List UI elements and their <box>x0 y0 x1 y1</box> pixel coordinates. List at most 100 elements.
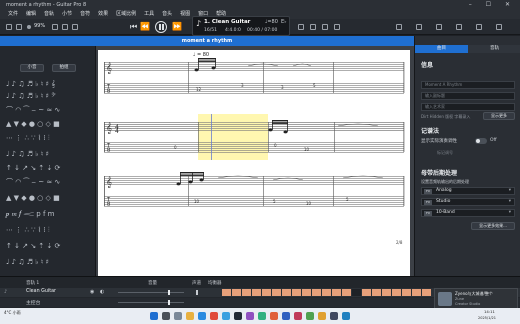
layout-icon[interactable] <box>6 24 12 30</box>
menu-edit[interactable]: 编辑 <box>26 11 36 17</box>
clock-date[interactable]: 2025/1/21 <box>478 316 496 320</box>
svg-text:♩ ♪ ♫ ♬ ♭ ♮ ♯ 𝄢: ♩ ♪ ♫ ♬ ♭ ♮ ♯ 𝄢 <box>6 92 56 100</box>
app-icon[interactable] <box>258 312 266 320</box>
menu-track[interactable]: 音轨 <box>44 11 54 17</box>
fast-forward-icon[interactable]: ⏩ <box>172 22 182 32</box>
clock-time[interactable]: 14:11 <box>484 309 495 314</box>
toggle-state: Off <box>490 138 497 143</box>
menu-tools[interactable]: 工具 <box>144 11 154 17</box>
mastering-description: 设置音频轨输出的后期处理 <box>421 179 469 184</box>
edition-palette: 小音 拍组 ♩ ♪ ♫ ♬ ♭ ♮ ♯ 𝄞 ♩ ♪ ♫ ♬ ♭ ♮ ♯ 𝄢 ⌒ … <box>0 46 96 276</box>
score-notation[interactable]: 𝄞 TB ♩ = 80 12 3 3 5 𝄞 44 TB 0 0 10 𝄞 TB… <box>98 50 410 276</box>
artist-field[interactable]: 输入艺术家 <box>421 103 515 111</box>
menu-sound[interactable]: 音头 <box>162 11 172 17</box>
rewind-icon[interactable]: ⏪ <box>140 22 150 32</box>
pause-icon-bar <box>162 24 164 30</box>
effect-name: Studio <box>436 199 451 204</box>
master-volume-handle[interactable] <box>168 300 170 305</box>
app-icon[interactable] <box>306 312 314 320</box>
metronome-icon[interactable] <box>298 24 304 30</box>
settings-icon[interactable] <box>496 24 502 30</box>
loop-icon[interactable] <box>322 24 328 30</box>
track-name-display: 1. Clean Guitar <box>204 19 251 25</box>
show-more-effects-button[interactable]: 显示更多效果... <box>471 222 515 230</box>
guitar-icon[interactable] <box>436 24 442 30</box>
page-icon[interactable] <box>16 24 22 30</box>
tab-moment-a-rhythm[interactable]: moment a rhythm <box>0 36 414 46</box>
app-icon[interactable] <box>342 312 350 320</box>
beat-signature: 4:4.0:0 <box>225 28 241 33</box>
master-volume-slider[interactable] <box>118 302 184 303</box>
pan-handle[interactable] <box>196 290 198 295</box>
search-icon[interactable] <box>162 312 170 320</box>
menu-view[interactable]: 视图 <box>180 11 190 17</box>
taskview-icon[interactable] <box>174 312 182 320</box>
svg-text:♩ ♪ ♫ ♬ ♭ ♮ ♯: ♩ ♪ ♫ ♬ ♭ ♮ ♯ <box>6 150 49 158</box>
app-icon[interactable] <box>318 312 326 320</box>
effect-row-analog[interactable]: FX Analog ▾ <box>421 187 515 195</box>
app-icon[interactable] <box>246 312 254 320</box>
show-more-button[interactable]: 显示更多 <box>483 112 515 120</box>
rewind-start-icon[interactable]: ⏮ <box>130 22 137 32</box>
volume-handle[interactable] <box>168 290 170 295</box>
menu-file[interactable]: 文件 <box>8 11 18 17</box>
track-name[interactable]: Clean Guitar <box>26 289 56 294</box>
menu-note[interactable]: 音符 <box>80 11 90 17</box>
window-controls[interactable]: – ☐ ✕ <box>469 0 516 10</box>
svg-text:♩ ♪ ♫ ♬ ♭ ♮ ♯ 𝄞: ♩ ♪ ♫ ♬ ♭ ♮ ♯ 𝄞 <box>6 79 55 89</box>
audio-icon[interactable]: ◐ <box>100 289 104 295</box>
app-icon[interactable] <box>294 312 302 320</box>
palette-tab-beat[interactable]: 拍组 <box>52 64 76 72</box>
chevron-down-icon[interactable]: ▾ <box>509 210 511 216</box>
zoom-icon[interactable] <box>27 25 31 29</box>
app-icon[interactable] <box>270 312 278 320</box>
app-icon[interactable] <box>222 312 230 320</box>
svg-text:⋯ ⋮ ∴ ∵ ⌇ ⁞ ⫶: ⋯ ⋮ ∴ ∵ ⌇ ⁞ ⫶ <box>6 134 50 142</box>
score-page: 𝄞 TB ♩ = 80 12 3 3 5 𝄞 4 4 T B 0 0 10 𝄞 … <box>98 50 410 276</box>
mixer-icon[interactable] <box>456 24 462 30</box>
count-in-icon[interactable] <box>310 24 316 30</box>
edge-icon[interactable] <box>198 312 206 320</box>
notification-toast[interactable]: Zyeno与大城谱/整个 Zune Creator Studio <box>434 288 518 310</box>
redo-icon[interactable] <box>72 24 78 30</box>
speed-icon[interactable] <box>334 24 340 30</box>
menu-bar-item[interactable]: 小节 <box>62 11 72 17</box>
palette-symbols[interactable]: ♩ ♪ ♫ ♬ ♭ ♮ ♯ 𝄞 ♩ ♪ ♫ ♬ ♭ ♮ ♯ 𝄢 ⌒ ◠ ⁀ ⌢ … <box>4 76 92 272</box>
info-heading: 信息 <box>421 62 434 69</box>
menu-effects[interactable]: 效果 <box>98 11 108 17</box>
app-icon[interactable] <box>282 312 290 320</box>
undo-icon[interactable] <box>62 24 68 30</box>
inspector-tabs: 曲目 音轨 <box>415 45 520 53</box>
tab-song[interactable]: 曲目 <box>415 45 468 53</box>
weather-widget[interactable]: 4°C 小雨 <box>4 310 21 316</box>
app-icon[interactable] <box>330 312 338 320</box>
app-icon[interactable] <box>210 312 218 320</box>
keyboard-icon[interactable] <box>396 24 402 30</box>
volume-slider[interactable] <box>118 292 184 293</box>
music-note-icon: ♪ <box>196 19 202 28</box>
title-field[interactable]: Moment A Rhythm <box>421 81 515 89</box>
menu-section[interactable]: 区域比例 <box>116 11 136 17</box>
track-pattern[interactable] <box>222 289 436 297</box>
mastering-heading: 母带后期处理 <box>421 170 458 177</box>
zoom-level[interactable]: 99% <box>34 23 45 29</box>
svg-text:⌒ ◠ ⁀ ⌢ ~ ≈ ∿: ⌒ ◠ ⁀ ⌢ ~ ≈ ∿ <box>6 105 60 114</box>
print-icon[interactable] <box>52 24 58 30</box>
effect-row-10-band[interactable]: FX 10-Band ▾ <box>421 209 515 217</box>
explorer-icon[interactable] <box>186 312 194 320</box>
master-track-name: 主控台 <box>26 301 41 306</box>
chevron-down-icon[interactable]: ▾ <box>509 199 511 205</box>
tab-track[interactable]: 音轨 <box>468 45 520 53</box>
palette-tab-note[interactable]: 小音 <box>20 64 44 72</box>
chevron-down-icon[interactable]: ▾ <box>509 188 511 194</box>
subtitle-field[interactable]: 输入副标题 <box>421 92 515 100</box>
tuner-icon[interactable] <box>476 24 482 30</box>
start-icon[interactable] <box>150 312 158 320</box>
fretboard-icon[interactable] <box>416 24 422 30</box>
guitar-pro-icon[interactable] <box>234 312 242 320</box>
notation-toggle[interactable] <box>475 138 487 144</box>
lcd-display: ♪ 1. Clean Guitar 16/51 4:4.0:0 00:40 / … <box>192 16 290 36</box>
visibility-icon[interactable]: ◉ <box>90 289 94 295</box>
play-pause-button[interactable] <box>155 21 167 33</box>
effect-row-studio[interactable]: FX Studio ▾ <box>421 198 515 206</box>
